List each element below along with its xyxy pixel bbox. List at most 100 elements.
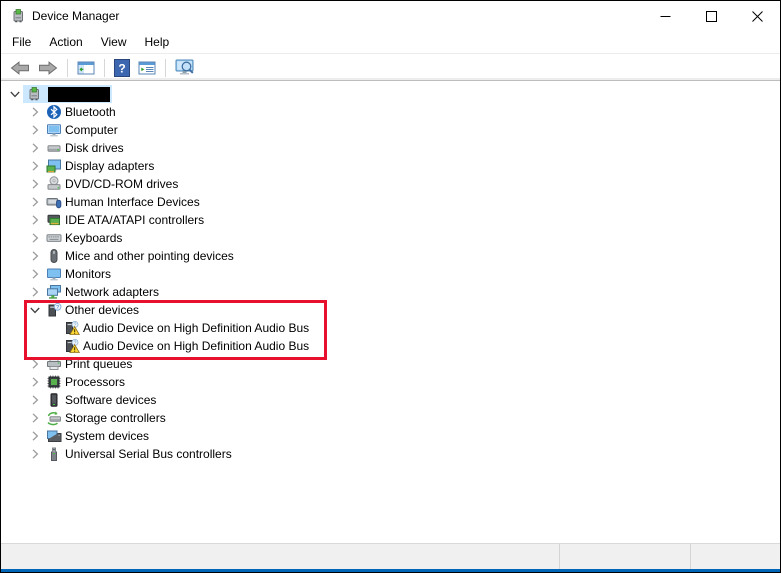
content-area: Bluetooth Computer Disk drives Display adap…: [1, 82, 780, 543]
window-controls: [642, 1, 780, 31]
disk-drive-icon: [46, 140, 62, 156]
tree-item-label: Computer: [65, 123, 118, 137]
tree-item-disk-drives[interactable]: Disk drives: [1, 139, 780, 157]
hid-device-icon: [46, 194, 62, 210]
device-tree: Bluetooth Computer Disk drives Display adap…: [1, 82, 780, 463]
forward-button[interactable]: [35, 56, 61, 80]
tree-item-system-devices[interactable]: System devices: [1, 427, 780, 445]
tree-item-label: Monitors: [65, 267, 112, 281]
menu-file[interactable]: File: [3, 32, 40, 52]
tree-item-dvd-cd-rom-drives[interactable]: DVD/CD-ROM drives: [1, 175, 780, 193]
tree-item-mice-and-other-pointing-devices[interactable]: Mice and other pointing devices: [1, 247, 780, 265]
chevron-right-icon[interactable]: [27, 428, 43, 444]
chevron-right-icon[interactable]: [27, 212, 43, 228]
ide-controller-icon: [46, 212, 62, 228]
menu-view[interactable]: View: [92, 32, 136, 52]
tree-item-label: Audio Device on High Definition Audio Bu…: [83, 321, 310, 335]
unknown-device-warning-icon: ?: [64, 338, 80, 354]
chevron-right-icon[interactable]: [27, 266, 43, 282]
computer-root-icon: [26, 86, 42, 102]
maximize-button[interactable]: [688, 1, 734, 31]
back-icon: [10, 60, 30, 76]
tree-item-universal-serial-bus-controllers[interactable]: Universal Serial Bus controllers: [1, 445, 780, 463]
chevron-right-icon[interactable]: [27, 122, 43, 138]
tree-item-software-devices[interactable]: Software devices: [1, 391, 780, 409]
tree-item-audio-device-on-high-definition-audio-bus[interactable]: ? Audio Device on High Definition Audio B…: [1, 337, 780, 355]
chevron-down-icon[interactable]: [7, 86, 23, 102]
toolbar-separator: [104, 58, 105, 77]
mouse-icon: [46, 248, 62, 264]
show-hide-console-tree-button[interactable]: [74, 56, 98, 80]
maximize-icon: [705, 10, 717, 22]
toolbar: ?: [1, 55, 780, 81]
monitor-icon: [46, 266, 62, 282]
device-manager-window: Device Manager File Action View Help ? Blue…: [0, 0, 781, 573]
status-section-left: [1, 544, 560, 569]
scan-for-hardware-changes-button[interactable]: [172, 56, 198, 80]
tree-item-label: System devices: [65, 429, 150, 443]
tree-item-computer-root[interactable]: [1, 85, 780, 103]
window-title: Device Manager: [32, 9, 120, 23]
tree-item-label: Human Interface Devices: [65, 195, 200, 209]
tree-item-label: DVD/CD-ROM drives: [65, 177, 179, 191]
chevron-right-icon[interactable]: [27, 374, 43, 390]
tree-item-label: IDE ATA/ATAPI controllers: [65, 213, 205, 227]
chevron-right-icon[interactable]: [27, 230, 43, 246]
tree-item-label: Disk drives: [65, 141, 124, 155]
back-button[interactable]: [7, 56, 33, 80]
chevron-right-icon[interactable]: [27, 446, 43, 462]
tree-item-monitors[interactable]: Monitors: [1, 265, 780, 283]
help-button[interactable]: ?: [111, 56, 133, 80]
tree-item-processors[interactable]: Processors: [1, 373, 780, 391]
tree-item-print-queues[interactable]: Print queues: [1, 355, 780, 373]
menu-help[interactable]: Help: [136, 32, 179, 52]
tree-item-audio-device-on-high-definition-audio-bus[interactable]: ? Audio Device on High Definition Audio B…: [1, 319, 780, 337]
chevron-right-icon[interactable]: [27, 284, 43, 300]
bluetooth-icon: [46, 104, 62, 120]
chevron-down-icon[interactable]: [27, 302, 43, 318]
show-hide-console-tree-icon: [77, 60, 95, 76]
tree-item-human-interface-devices[interactable]: Human Interface Devices: [1, 193, 780, 211]
redacted-computer-name: [48, 86, 110, 102]
tree-item-ide-ata-atapi-controllers[interactable]: IDE ATA/ATAPI controllers: [1, 211, 780, 229]
show-action-pane-button[interactable]: [135, 56, 159, 80]
tree-item-label: Software devices: [65, 393, 157, 407]
chevron-right-icon[interactable]: [27, 356, 43, 372]
chevron-right-icon[interactable]: [27, 158, 43, 174]
tree-item-display-adapters[interactable]: Display adapters: [1, 157, 780, 175]
status-section-right: [691, 544, 780, 569]
minimize-button[interactable]: [642, 1, 688, 31]
tree-item-network-adapters[interactable]: Network adapters: [1, 283, 780, 301]
printer-icon: [46, 356, 62, 372]
chevron-right-icon[interactable]: [27, 248, 43, 264]
chevron-right-icon[interactable]: [27, 104, 43, 120]
tree-item-storage-controllers[interactable]: Storage controllers: [1, 409, 780, 427]
unknown-device-icon: ?: [46, 302, 62, 318]
menu-action[interactable]: Action: [40, 32, 91, 52]
minimize-icon: [660, 11, 671, 22]
chevron-right-icon[interactable]: [27, 194, 43, 210]
close-button[interactable]: [734, 1, 780, 31]
tree-item-label: Keyboards: [65, 231, 123, 245]
tree-item-bluetooth[interactable]: Bluetooth: [1, 103, 780, 121]
network-adapter-icon: [46, 284, 62, 300]
chevron-right-icon[interactable]: [27, 176, 43, 192]
scan-for-hardware-changes-icon: [175, 59, 195, 77]
menu-bar: File Action View Help: [1, 31, 780, 54]
tree-item-label: Network adapters: [65, 285, 160, 299]
selected-root-highlight: [23, 85, 112, 103]
chevron-right-icon[interactable]: [27, 140, 43, 156]
chevron-right-icon[interactable]: [27, 410, 43, 426]
tree-item-computer[interactable]: Computer: [1, 121, 780, 139]
device-manager-icon: [10, 8, 26, 24]
chevron-right-icon[interactable]: [27, 392, 43, 408]
computer-monitor-icon: [46, 122, 62, 138]
tree-item-label: Bluetooth: [65, 105, 116, 119]
tree-item-other-devices[interactable]: ? Other devices: [1, 301, 780, 319]
tree-item-label: Print queues: [65, 357, 133, 371]
tree-item-keyboards[interactable]: Keyboards: [1, 229, 780, 247]
usb-controller-icon: [46, 446, 62, 462]
optical-drive-icon: [46, 176, 62, 192]
